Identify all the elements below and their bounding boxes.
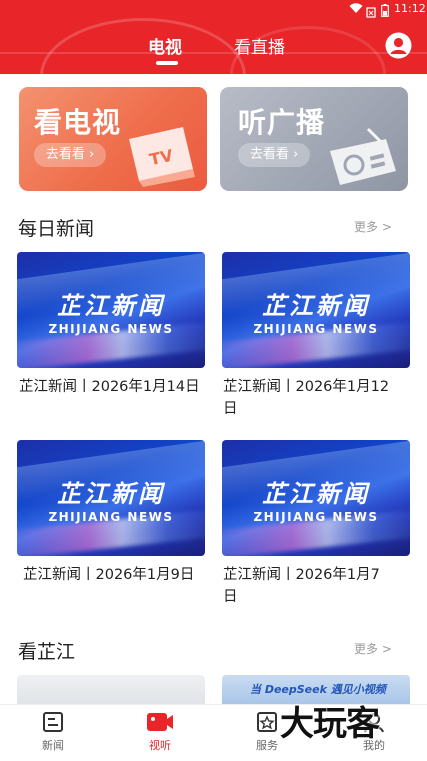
thumbnail-title: 芷江新闻 [57,292,165,320]
video-card-caption: 当 DeepSeek 遇见小视频 [250,683,386,696]
news-icon [42,711,64,733]
tab-live[interactable]: 看直播 [234,33,294,58]
daily-news-title: 每日新闻 [18,218,95,240]
news-thumbnail: 芷江新闻 ZHIJIANG NEWS [222,440,410,556]
daily-news-more-link[interactable]: 更多 > [354,218,404,234]
tab-tv[interactable]: 电视 [148,33,188,58]
nav-item-video[interactable]: 视听 [129,705,191,757]
news-card[interactable]: 芷江新闻 ZHIJIANG NEWS 芷江新闻丨2026年1月7日 [222,440,410,610]
nav-item-news[interactable]: 新闻 [22,705,84,757]
chevron-right-icon: › [84,147,95,162]
listen-radio-banner[interactable]: 听广播 去看看 › [220,87,408,191]
status-time: 11:12 [394,2,426,15]
watch-tv-button-label: 去看看 [45,147,85,162]
news-caption: 芷江新闻丨2026年1月14日 [19,379,200,395]
thumbnail-title: 芷江新闻 [57,480,165,508]
listen-radio-button-label: 去看看 [249,147,289,162]
news-thumbnail: 芷江新闻 ZHIJIANG NEWS [17,252,205,368]
thumbnail-subtitle: ZHIJIANG NEWS [253,322,379,336]
watch-zhijiang-title: 看芷江 [18,641,76,663]
thumbnail-title: 芷江新闻 [262,480,370,508]
news-thumbnail: 芷江新闻 ZHIJIANG NEWS [222,252,410,368]
signal-icon [366,3,376,18]
watch-zhijiang-more-link[interactable]: 更多 > [354,640,404,656]
video-card[interactable] [17,675,205,704]
nav-label: 视听 [149,739,171,752]
video-camera-icon [146,710,174,734]
avatar-icon[interactable] [385,32,412,59]
wifi-icon [349,3,363,14]
news-caption: 芷江新闻丨2026年1月12日 [223,379,390,417]
news-thumbnail: 芷江新闻 ZHIJIANG NEWS [17,440,205,556]
news-card[interactable]: 芷江新闻 ZHIJIANG NEWS 芷江新闻丨2026年1月12日 [222,252,410,422]
thumbnail-subtitle: ZHIJIANG NEWS [253,510,379,524]
watch-tv-button[interactable]: 去看看 › [34,143,106,167]
nav-label: 新闻 [42,739,64,752]
battery-icon [381,2,389,17]
thumbnail-subtitle: ZHIJIANG NEWS [48,510,174,524]
news-caption: 芷江新闻丨2026年1月7日 [223,567,380,605]
chevron-right-icon: › [288,147,299,162]
thumbnail-title: 芷江新闻 [262,292,370,320]
listen-radio-button[interactable]: 去看看 › [238,143,310,167]
news-card[interactable]: 芷江新闻 ZHIJIANG NEWS 芷江新闻丨2026年1月9日 [17,440,205,610]
tab-active-indicator [156,61,178,65]
watermark: 大玩客 [280,704,380,744]
tv-illustration-icon: TV [121,125,201,187]
news-card[interactable]: 芷江新闻 ZHIJIANG NEWS 芷江新闻丨2026年1月14日 [17,252,205,422]
news-caption: 芷江新闻丨2026年1月9日 [23,567,195,583]
app-header: 11:12 电视 看直播 [0,0,427,74]
service-icon [256,711,278,733]
radio-illustration-icon [324,127,404,187]
watch-tv-banner[interactable]: 看电视 去看看 › TV [19,87,207,191]
thumbnail-subtitle: ZHIJIANG NEWS [48,322,174,336]
